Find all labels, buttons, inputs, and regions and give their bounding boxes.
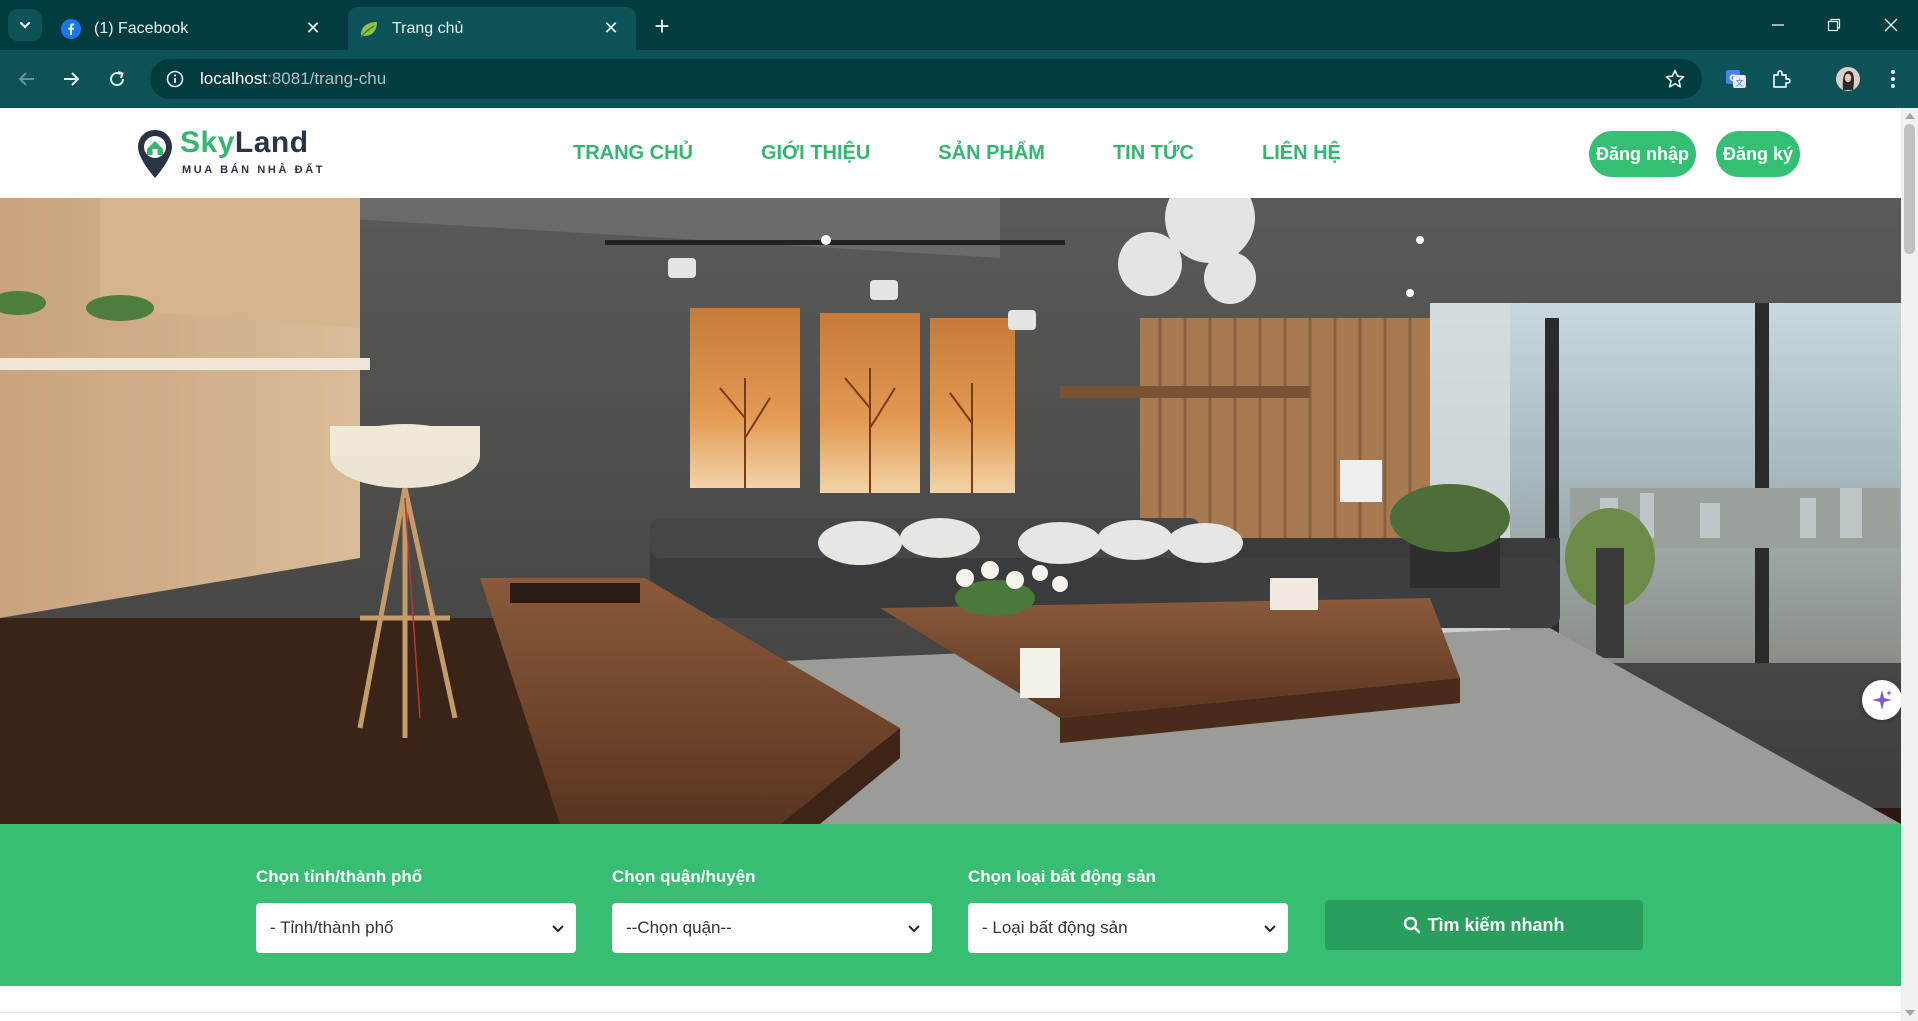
profile-avatar[interactable] (1833, 64, 1863, 94)
bookmark-star-icon[interactable] (1664, 68, 1686, 90)
forward-button[interactable] (56, 64, 86, 94)
ai-assistant-button[interactable] (1862, 680, 1901, 720)
nav-trang-chu[interactable]: TRANG CHỦ (573, 142, 693, 165)
close-window-button[interactable] (1878, 12, 1904, 38)
province-label: Chọn tỉnh/thành phố (256, 867, 423, 886)
browser-toolbar: localhost:8081/trang-chu G文 (0, 50, 1918, 108)
sparkle-icon (1872, 690, 1892, 710)
tab-title: (1) Facebook (94, 19, 189, 37)
hero-banner (0, 198, 1901, 824)
logo-name: SkyLand (180, 126, 309, 160)
property-type-label: Chọn loại bất động sản (968, 867, 1156, 886)
chevron-down-icon (552, 925, 564, 933)
url-text: localhost:8081/trang-chu (200, 69, 386, 89)
search-icon (1404, 916, 1421, 934)
quick-search-label: Tìm kiếm nhanh (1427, 914, 1565, 935)
nav-gioi-thieu[interactable]: GIỚI THIỆU (761, 142, 870, 165)
property-type-selected-value: - Loại bất động sản (982, 918, 1128, 937)
restore-icon (1827, 18, 1841, 32)
tab-title: Trang chủ (392, 19, 464, 37)
section-divider (0, 1012, 1901, 1013)
close-icon[interactable]: ✕ (598, 16, 624, 42)
minimize-button[interactable] (1765, 12, 1791, 38)
register-button[interactable]: Đăng ký (1716, 131, 1800, 177)
main-nav: TRANG CHỦ GIỚI THIỆU SẢN PHẨM TIN TỨC LI… (573, 142, 1409, 165)
logo-name-part2: Land (234, 126, 309, 159)
district-selected-value: --Chọn quận-- (626, 918, 732, 937)
tab-trang-chu[interactable]: Trang chủ ✕ (348, 7, 636, 50)
reload-button[interactable] (102, 64, 132, 94)
close-icon[interactable]: ✕ (300, 16, 326, 42)
svg-text:文: 文 (1736, 78, 1744, 88)
reload-icon (110, 71, 125, 87)
page-scrollbar[interactable] (1901, 108, 1918, 1021)
province-selected-value: - Tỉnh/thành phố (270, 918, 394, 937)
address-bar[interactable]: localhost:8081/trang-chu (150, 59, 1702, 99)
scroll-up-arrow[interactable] (1905, 113, 1915, 119)
browser-tab-bar: (1) Facebook ✕ Trang chủ ✕ + (0, 0, 1918, 50)
leaf-icon (358, 18, 380, 40)
hero-living-room-image (0, 198, 1901, 824)
location-pin-logo-icon (138, 130, 172, 178)
property-type-select[interactable]: - Loại bất động sản (968, 903, 1288, 953)
url-host: localhost (200, 69, 268, 88)
extensions-icon[interactable] (1766, 64, 1796, 94)
province-select[interactable]: - Tỉnh/thành phố (256, 903, 576, 953)
page-viewport: SkyLand MUA BÁN NHÀ ĐẤT TRANG CHỦ GIỚI T… (0, 108, 1918, 1021)
arrow-right-icon (64, 72, 80, 86)
district-label: Chọn quận/huyện (612, 867, 756, 886)
site-header: SkyLand MUA BÁN NHÀ ĐẤT TRANG CHỦ GIỚI T… (0, 108, 1901, 198)
chevron-down-icon (908, 925, 920, 933)
minimize-icon (1772, 24, 1784, 26)
scroll-thumb[interactable] (1904, 124, 1915, 254)
quick-search-button[interactable]: Tìm kiếm nhanh (1325, 900, 1643, 950)
chevron-down-icon (1264, 925, 1276, 933)
logo-tagline: MUA BÁN NHÀ ĐẤT (182, 164, 326, 176)
tab-search-button[interactable] (8, 9, 42, 41)
quick-search-panel: Chọn tỉnh/thành phố - Tỉnh/thành phố Chọ… (0, 824, 1901, 986)
browser-menu-icon[interactable] (1878, 64, 1908, 94)
restore-button[interactable] (1821, 12, 1847, 38)
back-button[interactable] (12, 64, 42, 94)
chevron-down-icon (19, 21, 31, 29)
tab-facebook[interactable]: (1) Facebook ✕ (50, 7, 338, 50)
site-info-icon[interactable] (164, 68, 186, 90)
skyland-logo[interactable]: SkyLand MUA BÁN NHÀ ĐẤT (136, 126, 326, 180)
google-translate-icon[interactable]: G文 (1721, 64, 1751, 94)
nav-san-pham[interactable]: SẢN PHẨM (938, 142, 1045, 165)
facebook-icon (60, 18, 82, 40)
login-button[interactable]: Đăng nhập (1589, 131, 1696, 177)
nav-lien-he[interactable]: LIÊN HỆ (1262, 142, 1341, 165)
scroll-down-arrow[interactable] (1905, 1010, 1915, 1016)
district-select[interactable]: --Chọn quận-- (612, 903, 932, 953)
arrow-left-icon (18, 72, 34, 86)
logo-name-part1: Sky (180, 126, 235, 159)
new-tab-button[interactable]: + (648, 13, 676, 41)
nav-tin-tuc[interactable]: TIN TỨC (1113, 142, 1194, 165)
close-icon (1884, 18, 1898, 32)
url-path: :8081/trang-chu (267, 69, 387, 88)
